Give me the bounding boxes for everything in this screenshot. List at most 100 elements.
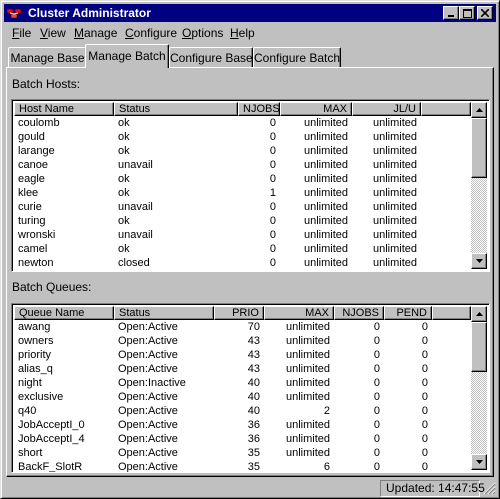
queues-cell-name: priority xyxy=(18,349,52,361)
maximize-icon xyxy=(462,8,472,18)
hosts-cell-max: unlimited xyxy=(303,201,348,213)
arrow-down-icon xyxy=(475,460,483,464)
tab-configure-batch[interactable]: Configure Batch xyxy=(253,47,341,67)
menu-options[interactable]: Options xyxy=(182,26,223,40)
window-title: Cluster Administrator xyxy=(28,6,151,20)
minimize-button[interactable] xyxy=(443,6,459,20)
hosts-row[interactable]: larange ok 0 unlimited unlimited xyxy=(14,144,471,158)
queues-row[interactable]: short Open:Active 35 unlimited 0 0 xyxy=(14,446,471,460)
hosts-row[interactable]: camel ok 0 unlimited unlimited xyxy=(14,242,471,256)
title-bar[interactable]: Cluster Administrator xyxy=(4,4,496,22)
queues-row[interactable]: JobAcceptI_4 Open:Active 36 unlimited 0 0 xyxy=(14,432,471,446)
menu-configure-mnemonic: C xyxy=(125,26,134,40)
queues-scrollbar[interactable] xyxy=(471,306,487,470)
menu-manage[interactable]: Manage xyxy=(74,26,117,40)
queues-cell-name: BackF_SlotR xyxy=(18,461,83,473)
menu-view[interactable]: View xyxy=(40,26,66,40)
queues-cell-status: Open:Active xyxy=(118,419,178,431)
hosts-col-filler xyxy=(421,102,471,116)
close-button[interactable] xyxy=(477,6,493,20)
batch-hosts-list[interactable]: Host Name Status NJOBS MAX JL/U coulomb o… xyxy=(11,99,490,272)
queues-col-njobs[interactable]: NJOBS xyxy=(334,306,384,320)
queues-cell-name: JobAcceptI_4 xyxy=(18,433,85,445)
queues-row[interactable]: JobAcceptI_0 Open:Active 36 unlimited 0 0 xyxy=(14,418,471,432)
hosts-cell-max: unlimited xyxy=(303,117,348,129)
hosts-row[interactable]: eagle ok 0 unlimited unlimited xyxy=(14,172,471,186)
hosts-cell-status: ok xyxy=(118,243,130,255)
hosts-row[interactable]: gould ok 0 unlimited unlimited xyxy=(14,130,471,144)
queues-cell-status: Open:Inactive xyxy=(118,377,186,389)
tab-configure-base-label: Configure Base xyxy=(170,51,253,65)
batch-queues-list[interactable]: Queue Name Status PRIO MAX NJOBS PEND aw… xyxy=(11,303,490,473)
hosts-row[interactable]: klee ok 1 unlimited unlimited xyxy=(14,186,471,200)
hosts-row[interactable]: wronski unavail 0 unlimited unlimited xyxy=(14,228,471,242)
queues-cell-max: unlimited xyxy=(285,419,330,431)
queues-row[interactable]: exclusive Open:Active 40 unlimited 0 0 xyxy=(14,390,471,404)
hosts-row[interactable]: coulomb ok 0 unlimited unlimited xyxy=(14,116,471,130)
hosts-cell-status: ok xyxy=(118,187,130,199)
hosts-row[interactable]: canoe unavail 0 unlimited unlimited xyxy=(14,158,471,172)
menu-configure[interactable]: Configure xyxy=(125,26,177,40)
hosts-cell-njobs: 1 xyxy=(269,187,276,199)
menu-help[interactable]: Help xyxy=(230,26,255,40)
hosts-scrollbar[interactable] xyxy=(471,102,487,269)
hosts-row[interactable]: curie unavail 0 unlimited unlimited xyxy=(14,200,471,214)
menu-file[interactable]: File xyxy=(12,26,31,40)
hosts-col-max[interactable]: MAX xyxy=(280,102,352,116)
hosts-row[interactable]: newton closed 0 unlimited unlimited xyxy=(14,256,471,270)
hosts-row[interactable]: turing ok 0 unlimited unlimited xyxy=(14,214,471,228)
queues-col-prio[interactable]: PRIO xyxy=(214,306,264,320)
queues-row[interactable]: owners Open:Active 43 unlimited 0 0 xyxy=(14,334,471,348)
queues-cell-max: unlimited xyxy=(285,363,330,375)
queues-col-status[interactable]: Status xyxy=(114,306,214,320)
queues-cell-pend: 0 xyxy=(421,461,428,473)
queues-scroll-thumb[interactable] xyxy=(471,322,487,372)
queues-row[interactable]: priority Open:Active 43 unlimited 0 0 xyxy=(14,348,471,362)
hosts-cell-status: ok xyxy=(118,117,130,129)
queues-cell-max: 2 xyxy=(323,405,330,417)
queues-cell-pend: 0 xyxy=(421,349,428,361)
queues-cell-prio: 36 xyxy=(247,419,260,431)
queues-cell-status: Open:Active xyxy=(118,349,178,361)
arrow-down-icon xyxy=(475,259,483,263)
hosts-scroll-down[interactable] xyxy=(471,253,487,269)
queues-cell-pend: 0 xyxy=(421,447,428,459)
tab-manage-batch-label: Manage Batch xyxy=(88,49,166,63)
queues-col-max[interactable]: MAX xyxy=(264,306,334,320)
queues-cell-pend: 0 xyxy=(421,335,428,347)
hosts-cell-status: unavail xyxy=(118,201,153,213)
queues-row[interactable]: awang Open:Active 70 unlimited 0 0 xyxy=(14,320,471,334)
hosts-cell-status: unavail xyxy=(118,229,153,241)
queues-cell-name: alias_q xyxy=(18,363,53,375)
hosts-col-hostname[interactable]: Host Name xyxy=(14,102,114,116)
arrow-up-icon xyxy=(475,108,483,112)
hosts-col-jlu[interactable]: JL/U xyxy=(352,102,421,116)
menu-help-label: elp xyxy=(238,26,255,40)
queues-col-pend[interactable]: PEND xyxy=(384,306,432,320)
app-icon xyxy=(7,8,21,19)
hosts-scroll-up[interactable] xyxy=(471,102,487,118)
queues-col-name[interactable]: Queue Name xyxy=(14,306,114,320)
queues-scroll-up[interactable] xyxy=(471,306,487,322)
tab-configure-base[interactable]: Configure Base xyxy=(169,47,253,67)
queues-cell-prio: 40 xyxy=(247,377,260,389)
hosts-col-status[interactable]: Status xyxy=(114,102,238,116)
queues-cell-max: unlimited xyxy=(285,349,330,361)
queues-scroll-down[interactable] xyxy=(471,454,487,470)
batch-queues-label: Batch Queues: xyxy=(12,280,92,294)
queues-row[interactable]: alias_q Open:Active 43 unlimited 0 0 xyxy=(14,362,471,376)
queues-row[interactable]: q40 Open:Active 40 2 0 0 xyxy=(14,404,471,418)
hosts-scroll-thumb[interactable] xyxy=(471,118,487,178)
hosts-cell-hostname: klee xyxy=(18,187,39,199)
queues-cell-name: short xyxy=(18,447,43,459)
queues-cell-status: Open:Active xyxy=(118,335,178,347)
queues-cell-pend: 0 xyxy=(421,363,428,375)
hosts-col-njobs[interactable]: NJOBS xyxy=(238,102,280,116)
maximize-button[interactable] xyxy=(459,6,475,20)
queues-row[interactable]: BackF_SlotR Open:Active 35 6 0 0 xyxy=(14,460,471,473)
queues-row[interactable]: night Open:Inactive 40 unlimited 0 0 xyxy=(14,376,471,390)
tab-manage-batch[interactable]: Manage Batch xyxy=(85,44,169,68)
hosts-cell-hostname: eagle xyxy=(18,173,45,185)
tab-manage-base[interactable]: Manage Base xyxy=(8,47,87,67)
resize-grip-icon[interactable] xyxy=(482,481,496,495)
